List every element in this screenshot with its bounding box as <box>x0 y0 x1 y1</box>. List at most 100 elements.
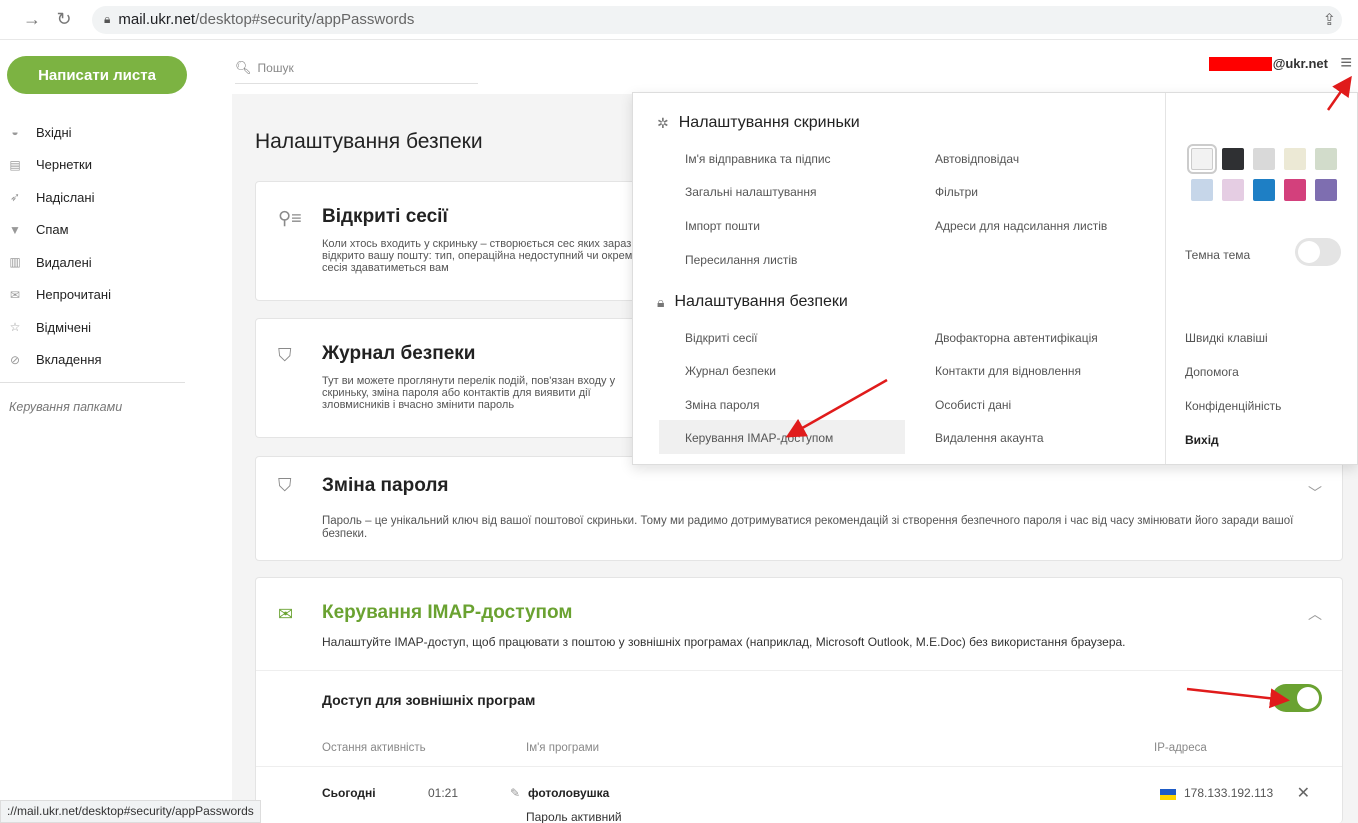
row-app-name: фотоловушка <box>528 786 610 800</box>
address-bar[interactable]: 🔒︎ mail.ukr.net/desktop#security/appPass… <box>92 5 1342 34</box>
menu-item[interactable]: Ім'я відправника та підпис <box>685 152 831 166</box>
folder-label: Відмічені <box>36 319 92 335</box>
attachment-icon: ⊘ <box>9 352 21 367</box>
forward-icon[interactable]: → <box>18 9 46 30</box>
password-card[interactable]: ⛉ Зміна пароля Пароль – це унікальний кл… <box>255 456 1343 561</box>
card-description: Коли хтось входить у скриньку – створюєт… <box>322 238 639 274</box>
folder-list: ◒ Вхідні ▤ Чернетки ➶ Надіслані ▼ Спам ▥ Вида… <box>0 116 215 376</box>
folder-label: Видалені <box>36 254 92 270</box>
share-icon[interactable]: ⇪ <box>1323 10 1336 30</box>
compose-button[interactable]: Написати листа <box>7 56 187 94</box>
col-last-activity: Остання активність <box>322 742 426 754</box>
menu-item[interactable]: Двофакторна автентифікація <box>935 331 1098 345</box>
theme-color-swatch[interactable] <box>1253 179 1275 201</box>
search-icon: 🔍︎ <box>235 59 252 75</box>
folder-label: Вкладення <box>36 352 102 368</box>
trash-icon: ▥ <box>9 255 21 270</box>
menu-link[interactable]: Швидкі клавіші <box>1185 331 1268 345</box>
dark-theme-toggle[interactable] <box>1295 238 1341 266</box>
shield-bell-icon: ⛉ <box>278 345 292 365</box>
theme-color-swatch[interactable] <box>1284 148 1306 170</box>
dark-theme-label: Темна тема <box>1185 248 1251 262</box>
folder-label: Надіслані <box>36 189 95 205</box>
divider <box>256 670 1342 671</box>
menu-item[interactable]: Імпорт пошти <box>685 219 760 233</box>
row-ip: 178.133.192.113 <box>1184 786 1274 800</box>
menu-link[interactable]: Допомога <box>1185 365 1239 379</box>
lock-icon: 🔒︎ <box>104 12 111 26</box>
lock-icon: 🔒︎ <box>657 293 665 310</box>
menu-item[interactable]: Адреси для надсилання листів <box>935 219 1107 233</box>
theme-color-swatch[interactable] <box>1222 179 1244 201</box>
pencil-icon[interactable]: ✎ <box>510 786 520 800</box>
folder-item[interactable]: ✉ Непрочитані <box>0 279 215 312</box>
menu-item-imap[interactable]: Керування IMAP-доступом <box>685 431 833 445</box>
folder-item[interactable]: ▼ Спам <box>0 214 215 247</box>
row-status: Пароль активний <box>526 810 622 823</box>
menu-icon[interactable]: ≡ <box>1340 52 1352 75</box>
folder-item[interactable]: ▤ Чернетки <box>0 149 215 182</box>
settings-menu: ✲ Налаштування скриньки Ім'я відправника … <box>632 92 1358 465</box>
col-ip: IP-адреса <box>1154 742 1207 754</box>
url-host: mail.ukr.net <box>118 11 196 28</box>
menu-item[interactable]: Фільтри <box>935 185 978 199</box>
menu-item[interactable]: Видалення акаунта <box>935 431 1044 445</box>
chevron-down-icon[interactable]: ﹀ <box>1308 483 1322 503</box>
search-box[interactable]: 🔍︎ Пошук <box>235 52 478 84</box>
folder-item[interactable]: ▥ Видалені <box>0 246 215 279</box>
header-label: Налаштування скриньки <box>678 114 860 131</box>
folder-item[interactable]: ☆ Відмічені <box>0 311 215 344</box>
row-time: 01:21 <box>428 786 459 800</box>
menu-item[interactable]: Відкриті сесії <box>685 331 757 345</box>
folder-item[interactable]: ➶ Надіслані <box>0 181 215 214</box>
menu-item[interactable]: Журнал безпеки <box>685 364 776 378</box>
menu-item[interactable]: Зміна пароля <box>685 398 760 412</box>
theme-color-swatch[interactable] <box>1222 148 1244 170</box>
account-email[interactable]: @ukr.net <box>1208 56 1328 71</box>
theme-color-swatch[interactable] <box>1191 179 1213 201</box>
theme-color-swatch[interactable] <box>1315 179 1337 201</box>
theme-color-swatch[interactable] <box>1187 144 1217 174</box>
folder-label: Чернетки <box>36 157 93 173</box>
folder-label: Непрочитані <box>36 287 111 303</box>
page-title: Налаштування безпеки <box>255 130 483 153</box>
chevron-up-icon[interactable]: ︿ <box>1308 604 1322 624</box>
drafts-icon: ▤ <box>9 157 21 172</box>
security-settings-header: 🔒︎ Налаштування безпеки <box>657 293 848 311</box>
row-day: Сьогодні <box>322 786 376 800</box>
folder-item[interactable]: ◒ Вхідні <box>0 116 215 149</box>
folder-label: Спам <box>36 222 69 238</box>
reload-icon[interactable]: ↻ <box>50 9 78 30</box>
card-description: Пароль – це унікальний ключ від вашої по… <box>322 515 1294 540</box>
menu-item[interactable]: Автовідповідач <box>935 152 1019 166</box>
theme-color-swatch[interactable] <box>1284 179 1306 201</box>
theme-color-swatch[interactable] <box>1315 148 1337 170</box>
menu-item[interactable]: Загальні налаштування <box>685 185 817 199</box>
card-description: Налаштуйте IMAP-доступ, щоб працювати з … <box>322 635 1126 649</box>
card-title: Керування IMAP-доступом <box>322 602 573 623</box>
menu-link[interactable]: Конфіденційність <box>1185 399 1281 413</box>
sidebar-divider <box>0 382 185 383</box>
menu-item[interactable]: Контакти для відновлення <box>935 364 1081 378</box>
close-icon[interactable]: ✕ <box>1297 783 1310 803</box>
search-placeholder: Пошук <box>257 60 294 75</box>
shield-lock-icon: ⛉ <box>278 475 292 495</box>
unread-icon: ✉ <box>9 287 21 302</box>
exit-link[interactable]: Вихід <box>1185 433 1219 447</box>
card-title: Журнал безпеки <box>322 343 476 364</box>
manage-folders-link[interactable]: Керування папками <box>9 400 122 414</box>
inbox-icon: ◒ <box>11 125 19 140</box>
menu-item[interactable]: Особисті дані <box>935 398 1011 412</box>
card-description: Тут ви можете проглянути перелік подій, … <box>322 375 616 411</box>
menu-item[interactable]: Пересилання листів <box>685 253 797 267</box>
card-title: Відкриті сесії <box>322 206 448 227</box>
gear-icon: ✲ <box>657 114 669 131</box>
sidebar: Написати листа ◒ Вхідні ▤ Чернетки ➶ Надісл… <box>0 40 215 823</box>
external-access-toggle[interactable] <box>1272 684 1322 712</box>
spam-icon: ▼ <box>9 222 21 237</box>
url-path: /desktop#security/appPasswords <box>195 11 415 28</box>
theme-color-swatch[interactable] <box>1253 148 1275 170</box>
header-label: Налаштування безпеки <box>674 293 848 310</box>
divider <box>256 766 1342 767</box>
folder-item[interactable]: ⊘ Вкладення <box>0 344 215 377</box>
